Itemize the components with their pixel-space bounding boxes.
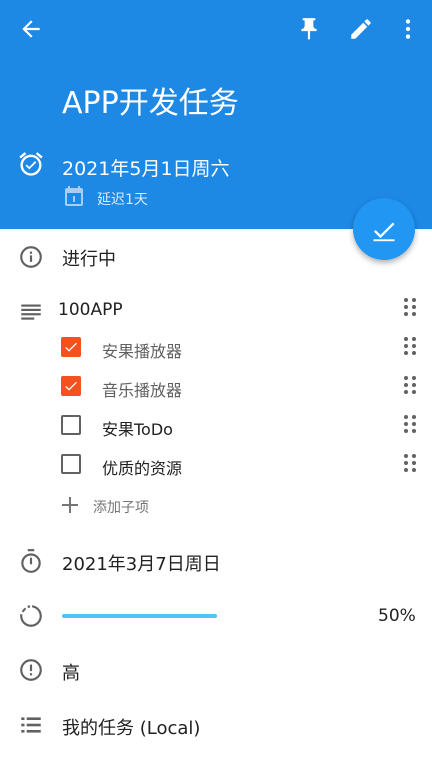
alarm-icon	[19, 152, 43, 176]
progress-icon	[20, 605, 42, 627]
start-date[interactable]: 2021年3月7日周日	[62, 550, 221, 576]
status-text[interactable]: 进行中	[62, 245, 116, 271]
plus-icon[interactable]	[60, 495, 80, 515]
checkbox-item-1[interactable]	[61, 337, 81, 357]
drag-handle-icon[interactable]	[403, 375, 417, 395]
priority-text[interactable]: 高	[62, 659, 80, 685]
delay-label: 延迟1天	[97, 192, 148, 208]
progress-bar[interactable]	[62, 614, 217, 618]
checklist-item-label[interactable]: 优质的资源	[102, 455, 182, 479]
check-icon	[65, 381, 77, 391]
more-vert-icon[interactable]	[395, 16, 421, 42]
progress-percent: 50%	[378, 606, 416, 626]
task-title: APP开发任务	[62, 86, 239, 121]
check-icon	[65, 342, 77, 352]
edit-pencil-icon[interactable]	[348, 16, 374, 42]
add-subitem-button[interactable]: 添加子项	[93, 497, 149, 517]
checkbox-item-4[interactable]	[61, 454, 81, 474]
checkbox-item-2[interactable]	[61, 376, 81, 396]
pin-icon[interactable]	[296, 16, 322, 42]
timer-icon	[21, 549, 41, 573]
checkbox-item-3[interactable]	[61, 415, 81, 435]
list-icon	[21, 717, 41, 733]
complete-fab-button[interactable]	[353, 198, 415, 260]
info-icon	[20, 246, 42, 268]
priority-icon	[20, 659, 42, 681]
checklist-item-label[interactable]: 音乐播放器	[102, 377, 182, 401]
list-name[interactable]: 我的任务 (Local)	[62, 714, 200, 740]
calendar-icon	[65, 186, 83, 206]
drag-handle-icon[interactable]	[403, 453, 417, 473]
check-icon	[373, 222, 395, 242]
notes-icon	[21, 304, 41, 320]
header-bar: APP开发任务 2021年5月1日周六 延迟1天	[0, 0, 432, 229]
checklist-item-label[interactable]: 安果播放器	[102, 338, 182, 362]
checklist-title[interactable]: 100APP	[58, 300, 123, 320]
drag-handle-icon[interactable]	[403, 297, 417, 317]
due-date[interactable]: 2021年5月1日周六	[62, 154, 230, 181]
back-arrow-icon[interactable]	[18, 16, 44, 42]
drag-handle-icon[interactable]	[403, 414, 417, 434]
checklist-item-label[interactable]: 安果ToDo	[102, 416, 173, 440]
drag-handle-icon[interactable]	[403, 336, 417, 356]
